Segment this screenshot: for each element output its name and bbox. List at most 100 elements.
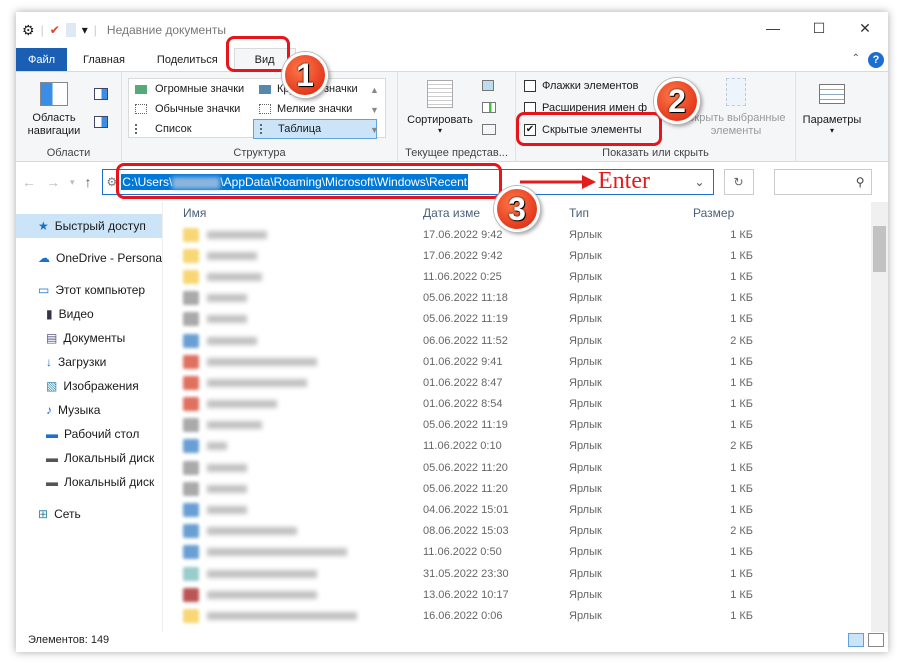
layout-details[interactable]: Таблица xyxy=(253,119,377,139)
vertical-scrollbar[interactable] xyxy=(871,202,888,632)
customize-qat-icon[interactable]: ▾ xyxy=(82,23,88,37)
table-row[interactable]: 17.06.2022 9:42 Ярлык 1 КБ xyxy=(163,245,888,266)
row-size: 1 КБ xyxy=(730,355,753,368)
sidebar-item[interactable]: ⊞ Сеть xyxy=(16,502,162,526)
sort-button[interactable]: Сортировать ▾ xyxy=(404,80,476,135)
sidebar-item[interactable]: ★ Быстрый доступ xyxy=(16,214,162,238)
table-row[interactable]: 16.06.2022 0:06 Ярлык 1 КБ xyxy=(163,605,888,626)
shortcut-icon xyxy=(183,354,199,369)
row-type: Ярлык xyxy=(569,292,602,305)
table-row[interactable]: 13.06.2022 10:17 Ярлык 1 КБ xyxy=(163,584,888,605)
table-row[interactable]: 05.06.2022 11:19 Ярлык 1 КБ xyxy=(163,309,888,330)
preview-pane-icon[interactable] xyxy=(94,88,108,100)
redacted-filename xyxy=(207,569,317,578)
row-size: 1 КБ xyxy=(730,313,753,326)
row-type: Ярлык xyxy=(569,546,602,559)
shortcut-icon xyxy=(183,587,199,602)
sidebar-item[interactable]: ☁ OneDrive - Persona xyxy=(16,246,162,270)
column-size[interactable]: Размер xyxy=(683,206,753,220)
table-row[interactable]: 11.06.2022 0:25 Ярлык 1 КБ xyxy=(163,266,888,287)
table-row[interactable]: 06.06.2022 11:52 Ярлык 2 КБ xyxy=(163,330,888,351)
group-by-icon[interactable] xyxy=(482,80,494,91)
search-box[interactable]: ⚲ xyxy=(773,169,872,195)
row-date: 06.06.2022 11:52 xyxy=(423,334,508,347)
collapse-ribbon-icon[interactable]: ⌃ xyxy=(852,53,860,64)
maximize-button[interactable]: ☐ xyxy=(796,12,842,44)
details-view-icon[interactable] xyxy=(848,633,864,647)
add-columns-icon[interactable] xyxy=(482,102,496,113)
redacted-filename xyxy=(207,590,317,599)
column-type[interactable]: Тип xyxy=(565,206,683,220)
hide-selected-button[interactable]: Скрыть выбранные элементы xyxy=(684,78,788,138)
table-row[interactable]: 01.06.2022 8:54 Ярлык 1 КБ xyxy=(163,394,888,415)
layout-small-icons[interactable]: Мелкие значки xyxy=(253,99,377,119)
layout-medium-icons[interactable]: Обычные значки xyxy=(129,99,253,119)
help-icon[interactable]: ? xyxy=(868,52,884,68)
shortcut-icon xyxy=(183,269,199,284)
sidebar-item[interactable]: ▬ Локальный диск xyxy=(16,446,162,470)
close-button[interactable]: ✕ xyxy=(842,12,888,44)
layout-scroll[interactable]: ▲ ▼ ▼ xyxy=(370,80,379,140)
row-size: 1 КБ xyxy=(730,419,753,432)
table-row[interactable]: 01.06.2022 8:47 Ярлык 1 КБ xyxy=(163,372,888,393)
details-pane-icon[interactable] xyxy=(94,116,108,128)
shortcut-icon xyxy=(183,481,199,496)
onedrive-icon: ☁ xyxy=(38,251,50,265)
row-size: 2 КБ xyxy=(730,440,753,453)
table-row[interactable]: 05.06.2022 11:19 Ярлык 1 КБ xyxy=(163,415,888,436)
table-row[interactable]: 11.06.2022 0:10 Ярлык 2 КБ xyxy=(163,436,888,457)
table-row[interactable]: 05.06.2022 11:20 Ярлык 1 КБ xyxy=(163,478,888,499)
refresh-button[interactable]: ↻ xyxy=(723,169,754,195)
row-size: 1 КБ xyxy=(730,270,753,283)
table-row[interactable]: 05.06.2022 11:20 Ярлык 1 КБ xyxy=(163,457,888,478)
table-row[interactable]: 08.06.2022 15:03 Ярлык 2 КБ xyxy=(163,521,888,542)
sidebar-item-label: Быстрый доступ xyxy=(54,219,146,233)
row-size: 1 КБ xyxy=(730,249,753,262)
column-date[interactable]: Дата изме xyxy=(419,206,565,220)
row-date: 01.06.2022 8:54 xyxy=(423,398,503,411)
tab-file[interactable]: Файл xyxy=(16,48,68,71)
sidebar-item[interactable]: ▭ Этот компьютер xyxy=(16,278,162,302)
row-size: 1 КБ xyxy=(730,292,753,305)
sidebar-item[interactable]: ▬ Локальный диск xyxy=(16,470,162,494)
column-name[interactable]: Имя xyxy=(163,206,419,220)
layout-list[interactable]: Список xyxy=(129,119,253,139)
sidebar-item[interactable]: ▤ Документы xyxy=(16,326,162,350)
table-row[interactable]: 04.06.2022 15:01 Ярлык 1 КБ xyxy=(163,499,888,520)
checkmark-doc-icon[interactable]: ✔ xyxy=(50,23,60,37)
sidebar-item[interactable]: ▮ Видео xyxy=(16,302,162,326)
options-button[interactable]: Параметры ▾ xyxy=(796,72,868,161)
sidebar-item[interactable]: ▧ Изображения xyxy=(16,374,162,398)
forward-button[interactable]: → xyxy=(46,174,60,190)
sidebar-item[interactable]: ♪ Музыка xyxy=(16,398,162,422)
nav-pane-button[interactable]: Область навигации xyxy=(24,78,84,138)
tab-home[interactable]: Главная xyxy=(67,48,141,71)
table-row[interactable]: 31.05.2022 23:30 Ярлык 1 КБ xyxy=(163,563,888,584)
sidebar-item[interactable]: ▬ Рабочий стол xyxy=(16,422,162,446)
layout-extra-large-icons[interactable]: Огромные значки xyxy=(129,79,253,99)
redacted-filename xyxy=(207,357,317,366)
address-dropdown-icon[interactable]: ⌄ xyxy=(694,175,704,189)
row-size: 1 КБ xyxy=(730,588,753,601)
scrollbar-thumb[interactable] xyxy=(873,226,886,272)
row-date: 17.06.2022 9:42 xyxy=(423,228,503,241)
row-size: 1 КБ xyxy=(730,482,753,495)
tab-share[interactable]: Поделиться xyxy=(141,48,234,71)
item-checkboxes-toggle[interactable]: Флажки элементов xyxy=(524,80,638,93)
table-row[interactable]: 11.06.2022 0:50 Ярлык 1 КБ xyxy=(163,542,888,563)
step-badge-2: 2 xyxy=(654,78,700,124)
new-folder-icon[interactable] xyxy=(65,23,76,37)
star-icon: ★ xyxy=(38,219,49,233)
sidebar-item[interactable]: ↓ Загрузки xyxy=(16,350,162,374)
table-row[interactable]: 05.06.2022 11:18 Ярлык 1 КБ xyxy=(163,288,888,309)
back-button[interactable]: ← xyxy=(22,174,36,190)
sidebar-item-label: Локальный диск xyxy=(64,451,155,465)
large-icons-view-icon[interactable] xyxy=(868,633,884,647)
navigation-pane: ★ Быстрый доступ ☁ OneDrive - Persona ▭ Этот … xyxy=(16,202,163,632)
properties-icon[interactable]: ⚙ xyxy=(22,22,35,39)
size-columns-icon[interactable] xyxy=(482,124,496,135)
minimize-button[interactable]: — xyxy=(750,12,796,44)
recent-locations-icon[interactable]: ▾ xyxy=(70,177,75,188)
up-button[interactable]: ↑ xyxy=(85,174,92,190)
table-row[interactable]: 01.06.2022 9:41 Ярлык 1 КБ xyxy=(163,351,888,372)
